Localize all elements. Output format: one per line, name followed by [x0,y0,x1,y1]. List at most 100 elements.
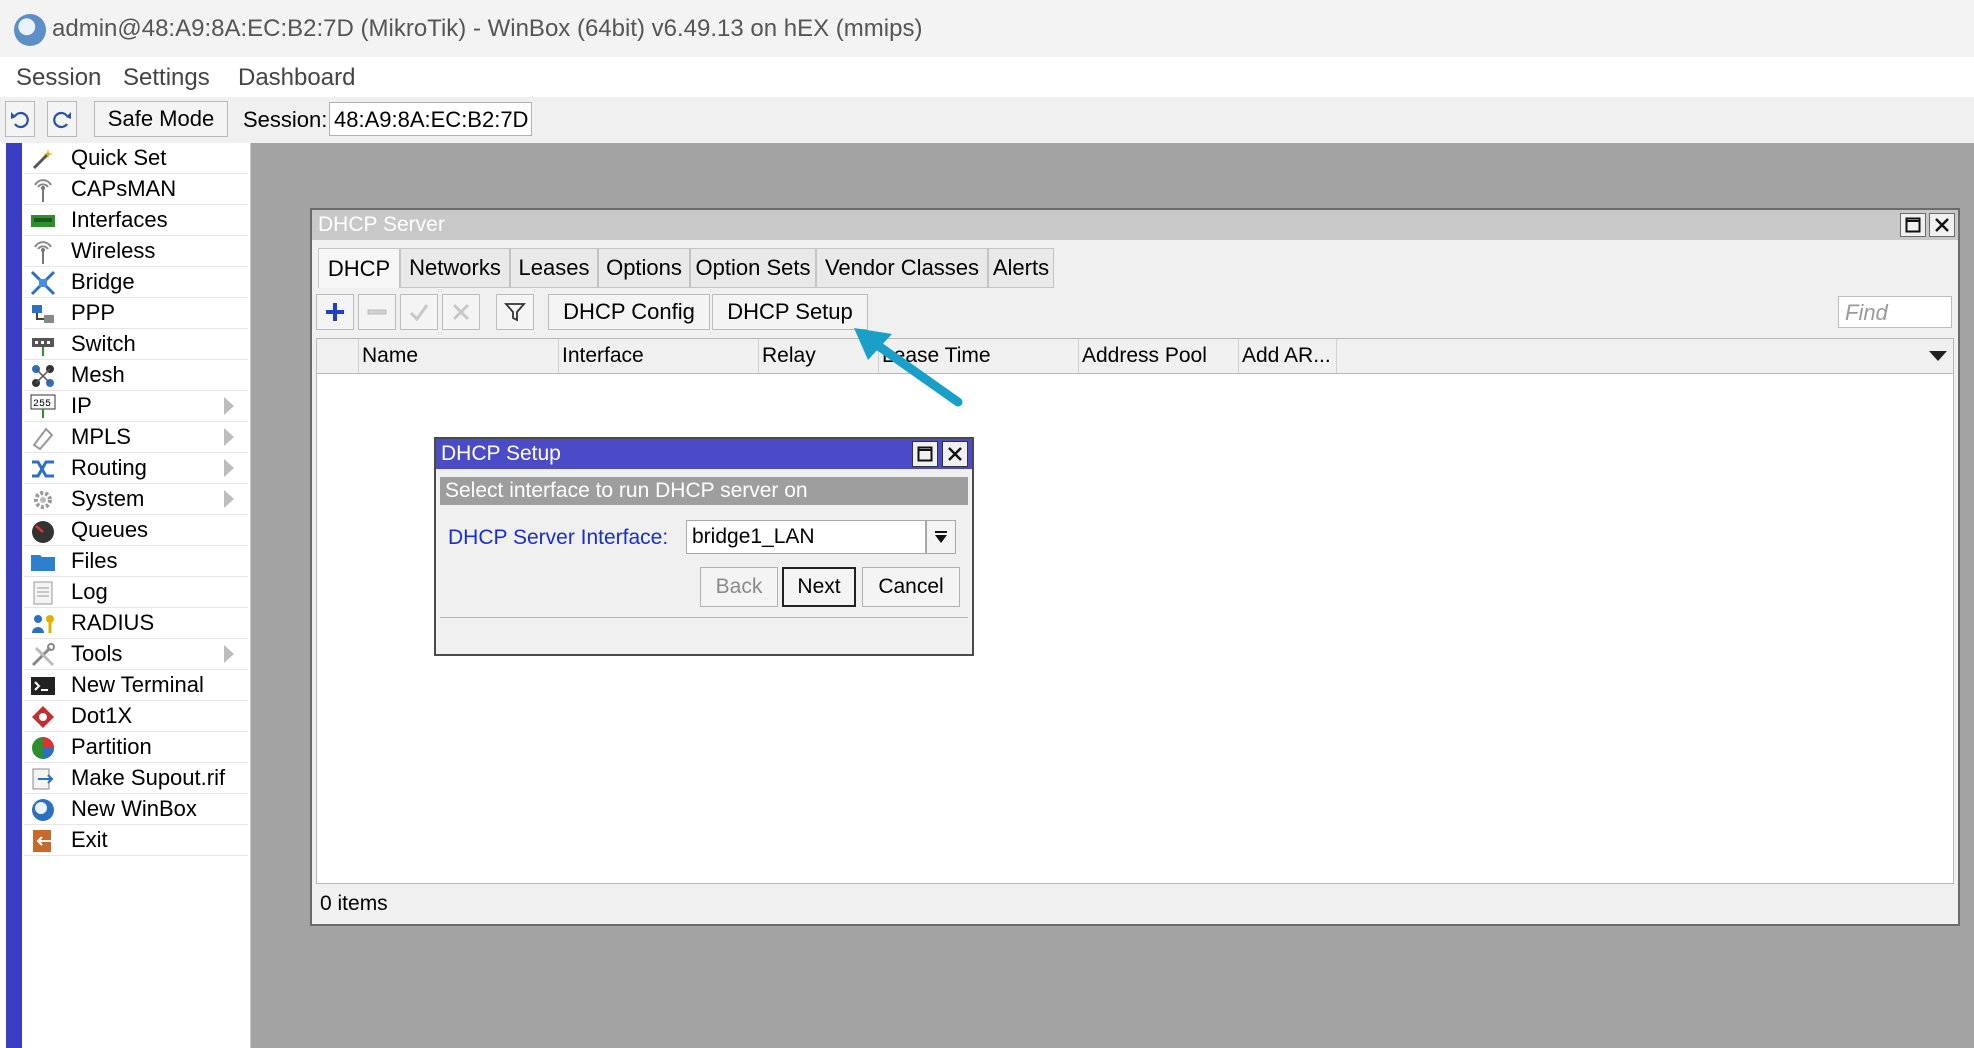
sidebar-item-log[interactable]: Log [24,577,248,608]
sidebar-item-label: Wireless [71,238,156,263]
sidebar-item-label: New Terminal [71,672,204,697]
safe-mode-button[interactable]: Safe Mode [94,101,228,137]
window-titlebar[interactable]: DHCP Server [312,210,1958,240]
magic-wand-icon [30,146,56,172]
plus-icon [326,303,344,321]
back-button[interactable]: Back [700,567,778,607]
column-selector[interactable] [317,339,359,373]
sidebar-item-system[interactable]: System [24,484,248,515]
sidebar-item-new-terminal[interactable]: New Terminal [24,670,248,701]
find-input[interactable]: Find [1838,296,1952,328]
dot1x-icon [30,704,56,730]
redo-button[interactable] [47,101,77,137]
sidebar-item-interfaces[interactable]: Interfaces [24,205,248,236]
sidebar-item-mesh[interactable]: Mesh [24,360,248,391]
undo-icon [11,111,29,129]
sidebar-item-ppp[interactable]: PPP [24,298,248,329]
dialog-titlebar[interactable]: DHCP Setup [436,439,972,469]
submenu-arrow-icon [224,428,234,446]
sidebar-item-switch[interactable]: Switch [24,329,248,360]
title-bar: admin@48:A9:8A:EC:B2:7D (MikroTik) - Win… [0,0,1974,57]
add-button[interactable] [316,294,354,330]
sidebar-item-label: MPLS [71,424,131,449]
sidebar-item-label: Partition [71,734,152,759]
sidebar-item-new-winbox[interactable]: New WinBox [24,794,248,825]
table-header: Name / Interface Relay Lease Time Addres… [317,339,1953,374]
session-field[interactable]: 48:A9:8A:EC:B2:7D [329,102,532,136]
sidebar-item-ip[interactable]: 255 IP [24,391,248,422]
menu-settings[interactable]: Settings [123,64,210,92]
dialog-title: DHCP Setup [441,442,561,465]
sidebar-item-label: Bridge [71,269,135,294]
ip-icon: 255 [30,394,56,420]
column-menu-dropdown-icon[interactable] [1929,351,1947,361]
sidebar-item-mpls[interactable]: MPLS [24,422,248,453]
tab-leases[interactable]: Leases [510,248,598,288]
sidebar-item-partition[interactable]: Partition [24,732,248,763]
sidebar-item-make-supout-rif[interactable]: Make Supout.rif [24,763,248,794]
undo-button[interactable] [5,101,35,137]
sidebar-item-label: System [71,486,145,511]
dialog-close-button[interactable] [942,441,968,467]
sidebar-item-routing[interactable]: Routing [24,453,248,484]
sidebar-item-label: New WinBox [71,796,197,821]
interface-dropdown-button[interactable] [926,520,956,554]
dropdown-arrow-icon [935,531,947,543]
dhcp-setup-button[interactable]: DHCP Setup [712,294,868,330]
winbox-app-icon [14,14,46,46]
gear-icon [30,487,56,513]
tab-networks[interactable]: Networks [400,248,510,288]
menu-dashboard[interactable]: Dashboard [238,64,355,92]
sidebar-item-label: Make Supout.rif [71,765,226,790]
cancel-button[interactable]: Cancel [862,567,960,607]
tab-vendor-classes[interactable]: Vendor Classes [816,248,988,288]
sidebar-item-radius[interactable]: RADIUS [24,608,248,639]
sidebar-item-dot1x[interactable]: Dot1X [24,701,248,732]
sidebar-item-wireless[interactable]: Wireless [24,236,248,267]
remove-button[interactable] [358,294,396,330]
window-title: admin@48:A9:8A:EC:B2:7D (MikroTik) - Win… [52,15,923,42]
winbox-icon [30,797,56,823]
disable-button[interactable] [442,294,480,330]
filter-button[interactable] [496,294,534,330]
sidebar-item-label: Files [71,548,118,573]
sidebar-item-exit[interactable]: Exit [24,825,248,856]
column-address-pool[interactable]: Address Pool [1079,339,1239,373]
mesh-icon [30,363,56,389]
sidebar-item-capsman[interactable]: CAPsMAN [24,174,248,205]
dialog-maximize-button[interactable] [912,441,938,467]
close-button[interactable] [1929,213,1955,237]
action-toolbar: DHCP Config DHCP Setup Find [312,292,1958,332]
sidebar-item-files[interactable]: Files [24,546,248,577]
sidebar-item-label: IP [71,393,92,418]
dhcp-config-button[interactable]: DHCP Config [548,294,710,330]
column-name[interactable]: Name / [359,339,559,373]
column-add-arp[interactable]: Add AR... [1239,339,1337,373]
gauge-icon [30,518,56,544]
sidebar-item-bridge[interactable]: Bridge [24,267,248,298]
sidebar-item-label: Interfaces [71,207,168,232]
maximize-button[interactable] [1900,213,1926,237]
annotation-arrow-icon [854,328,963,407]
next-button[interactable]: Next [782,567,856,607]
wireless-icon [30,239,56,265]
filter-icon [504,303,526,322]
status-bar: 0 items [316,888,1954,918]
dhcp-server-interface-field[interactable]: bridge1_LAN [686,520,926,554]
session-label: Session: [243,107,328,132]
column-interface[interactable]: Interface [559,339,759,373]
network-card-icon [30,208,56,234]
sidebar-item-tools[interactable]: Tools [24,639,248,670]
sidebar-item-queues[interactable]: Queues [24,515,248,546]
submenu-arrow-icon [224,397,234,415]
enable-button[interactable] [400,294,438,330]
tab-alerts[interactable]: Alerts [988,248,1054,288]
pie-chart-icon [30,735,56,761]
sidebar: Quick Set CAPsMAN Interfaces Wireless Bridge… [0,143,251,1048]
tab-option-sets[interactable]: Option Sets [690,248,816,288]
sidebar-item-quick-set[interactable]: Quick Set [24,143,248,174]
x-mark-icon [452,303,470,321]
tab-options[interactable]: Options [598,248,690,288]
tab-dhcp[interactable]: DHCP [318,248,400,288]
menu-session[interactable]: Session [16,64,101,92]
